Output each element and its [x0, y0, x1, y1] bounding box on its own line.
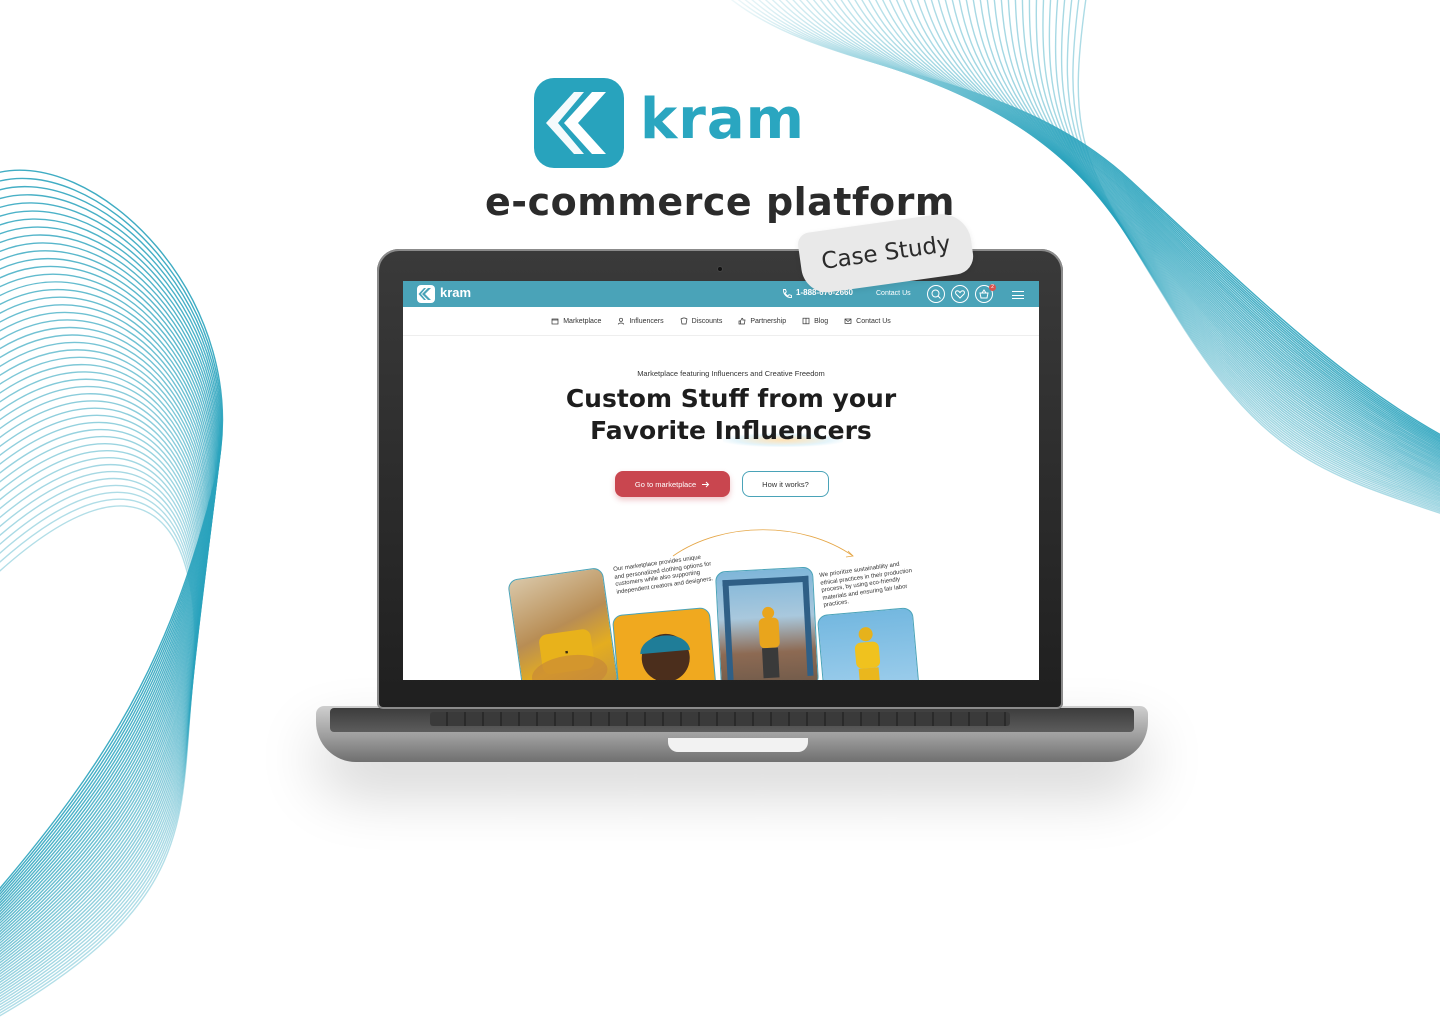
- thumbs-up-icon: [738, 317, 746, 325]
- go-to-marketplace-button[interactable]: Go to marketplace: [615, 471, 730, 497]
- how-it-works-button[interactable]: How it works?: [742, 471, 829, 497]
- book-icon: [802, 317, 810, 325]
- product-photo-shirt[interactable]: ■: [507, 566, 619, 680]
- blurb-right: We prioritize sustainability and ethical…: [819, 561, 913, 610]
- search-icon[interactable]: [927, 285, 945, 303]
- nav-item-discounts[interactable]: Discounts: [680, 314, 723, 328]
- hero-headline-line-1: Custom Stuff from your: [565, 384, 897, 413]
- phone-icon: [783, 289, 792, 298]
- camera-icon: [717, 266, 723, 272]
- heart-icon[interactable]: [951, 285, 969, 303]
- nav-label: Partnership: [750, 317, 787, 325]
- case-study-label: Case Study: [819, 231, 953, 275]
- laptop-notch: [668, 738, 808, 752]
- influencer-photo-portrait[interactable]: [611, 606, 719, 680]
- nav-label: Discounts: [691, 317, 723, 325]
- nav-item-influencers[interactable]: Influencers: [617, 314, 664, 328]
- nav-item-blog[interactable]: Blog: [802, 314, 828, 328]
- hero-eyebrow: Marketplace featuring Influencers and Cr…: [637, 369, 825, 378]
- go-to-marketplace-label: Go to marketplace: [634, 479, 697, 489]
- nav-label: Influencers: [629, 317, 664, 325]
- nav-label: Blog: [814, 317, 829, 325]
- topbar-contact-link[interactable]: Contact Us: [876, 290, 911, 297]
- nav-divider: [403, 335, 1039, 336]
- site-logo-icon[interactable]: [417, 285, 435, 303]
- influencer-photo-yellow-outfit[interactable]: [816, 607, 922, 680]
- brand-lockup: kram: [534, 78, 805, 168]
- influencer-photo-bridge[interactable]: [714, 566, 820, 680]
- site-logo-text[interactable]: kram: [440, 286, 471, 299]
- page-tagline: e-commerce platform: [485, 180, 955, 224]
- nav-item-marketplace[interactable]: Marketplace: [551, 314, 601, 328]
- user-icon: [618, 317, 625, 325]
- tag-icon: [680, 317, 688, 325]
- brand-wordmark: kram: [640, 87, 805, 152]
- blurb-left: Our marketplace provides unique and pers…: [613, 554, 714, 596]
- kram-logo-icon: [534, 78, 624, 168]
- menu-icon[interactable]: [1012, 291, 1024, 299]
- arrow-right-icon: [702, 481, 710, 487]
- nav-label: Contact Us: [856, 317, 891, 325]
- svg-text:■: ■: [565, 649, 569, 655]
- store-icon: [551, 318, 559, 325]
- cart-count-badge: 2: [989, 284, 996, 291]
- keyboard: [430, 712, 1010, 726]
- hero-headline-line-2: Favorite Influencers: [590, 416, 872, 445]
- hero-headline: Custom Stuff from your Favorite Influenc…: [403, 383, 1039, 447]
- nav-item-partnership[interactable]: Partnership: [738, 314, 786, 328]
- nav-item-contact-us[interactable]: Contact Us: [844, 314, 891, 328]
- site-nav: Marketplace Influencers Discounts Partne…: [403, 314, 1039, 328]
- site-topbar: kram 1-888-676-2660 Contact Us 2: [403, 281, 1039, 307]
- mail-icon: [844, 318, 852, 324]
- laptop-screen: kram 1-888-676-2660 Contact Us 2 Marketp…: [403, 281, 1039, 680]
- nav-label: Marketplace: [563, 317, 602, 325]
